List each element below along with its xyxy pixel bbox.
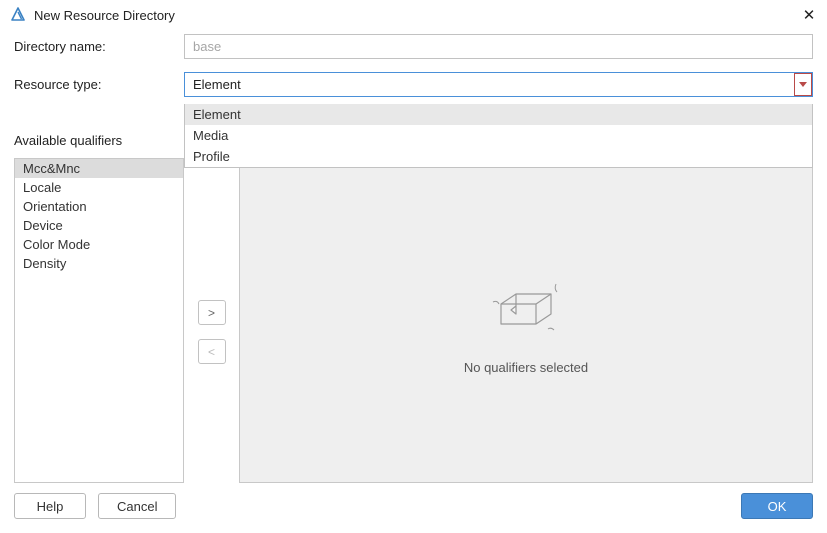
empty-inbox-icon — [481, 274, 571, 344]
qualifier-item-colormode[interactable]: Color Mode — [15, 235, 183, 254]
dialog-content: Directory name: Resource type: Element E… — [0, 30, 827, 483]
cancel-button[interactable]: Cancel — [98, 493, 176, 519]
qualifier-item-density[interactable]: Density — [15, 254, 183, 273]
dropdown-option-element[interactable]: Element — [185, 104, 812, 125]
available-qualifiers-label: Available qualifiers — [14, 133, 184, 148]
add-qualifier-button[interactable]: > — [198, 300, 226, 325]
available-qualifiers-column: Available qualifiers Mcc&Mnc Locale Orie… — [14, 165, 184, 483]
dialog-title: New Resource Directory — [34, 8, 801, 23]
ok-button[interactable]: OK — [741, 493, 813, 519]
titlebar: New Resource Directory ✕ — [0, 0, 827, 30]
close-icon[interactable]: ✕ — [801, 6, 817, 24]
directory-name-label: Directory name: — [14, 39, 184, 54]
qualifier-item-mccmnc[interactable]: Mcc&Mnc — [15, 159, 183, 178]
resource-type-row: Resource type: Element — [14, 72, 813, 97]
new-resource-directory-dialog: New Resource Directory ✕ Directory name:… — [0, 0, 827, 533]
resource-type-label: Resource type: — [14, 77, 184, 92]
lower-panel: Available qualifiers Mcc&Mnc Locale Orie… — [14, 165, 813, 483]
dropdown-option-profile[interactable]: Profile — [185, 146, 812, 167]
resource-type-selected: Element — [185, 77, 812, 92]
directory-name-input[interactable] — [184, 34, 813, 59]
transfer-buttons-column: > < — [184, 165, 239, 483]
remove-qualifier-button[interactable]: < — [198, 339, 226, 364]
directory-name-row: Directory name: — [14, 34, 813, 59]
qualifier-item-device[interactable]: Device — [15, 216, 183, 235]
app-logo-icon — [10, 7, 26, 23]
dialog-footer: Help Cancel OK — [0, 483, 827, 533]
resource-type-dropdown: Element Media Profile — [184, 104, 813, 168]
dropdown-option-media[interactable]: Media — [185, 125, 812, 146]
empty-state-text: No qualifiers selected — [464, 360, 588, 375]
qualifier-item-orientation[interactable]: Orientation — [15, 197, 183, 216]
help-button[interactable]: Help — [14, 493, 86, 519]
qualifier-item-locale[interactable]: Locale — [15, 178, 183, 197]
qualifier-list[interactable]: Mcc&Mnc Locale Orientation Device Color … — [14, 158, 184, 483]
resource-type-combo[interactable]: Element — [184, 72, 813, 97]
combo-arrow-button[interactable] — [794, 73, 812, 96]
chevron-down-icon — [799, 82, 807, 87]
selected-qualifiers-panel: No qualifiers selected — [239, 165, 813, 483]
